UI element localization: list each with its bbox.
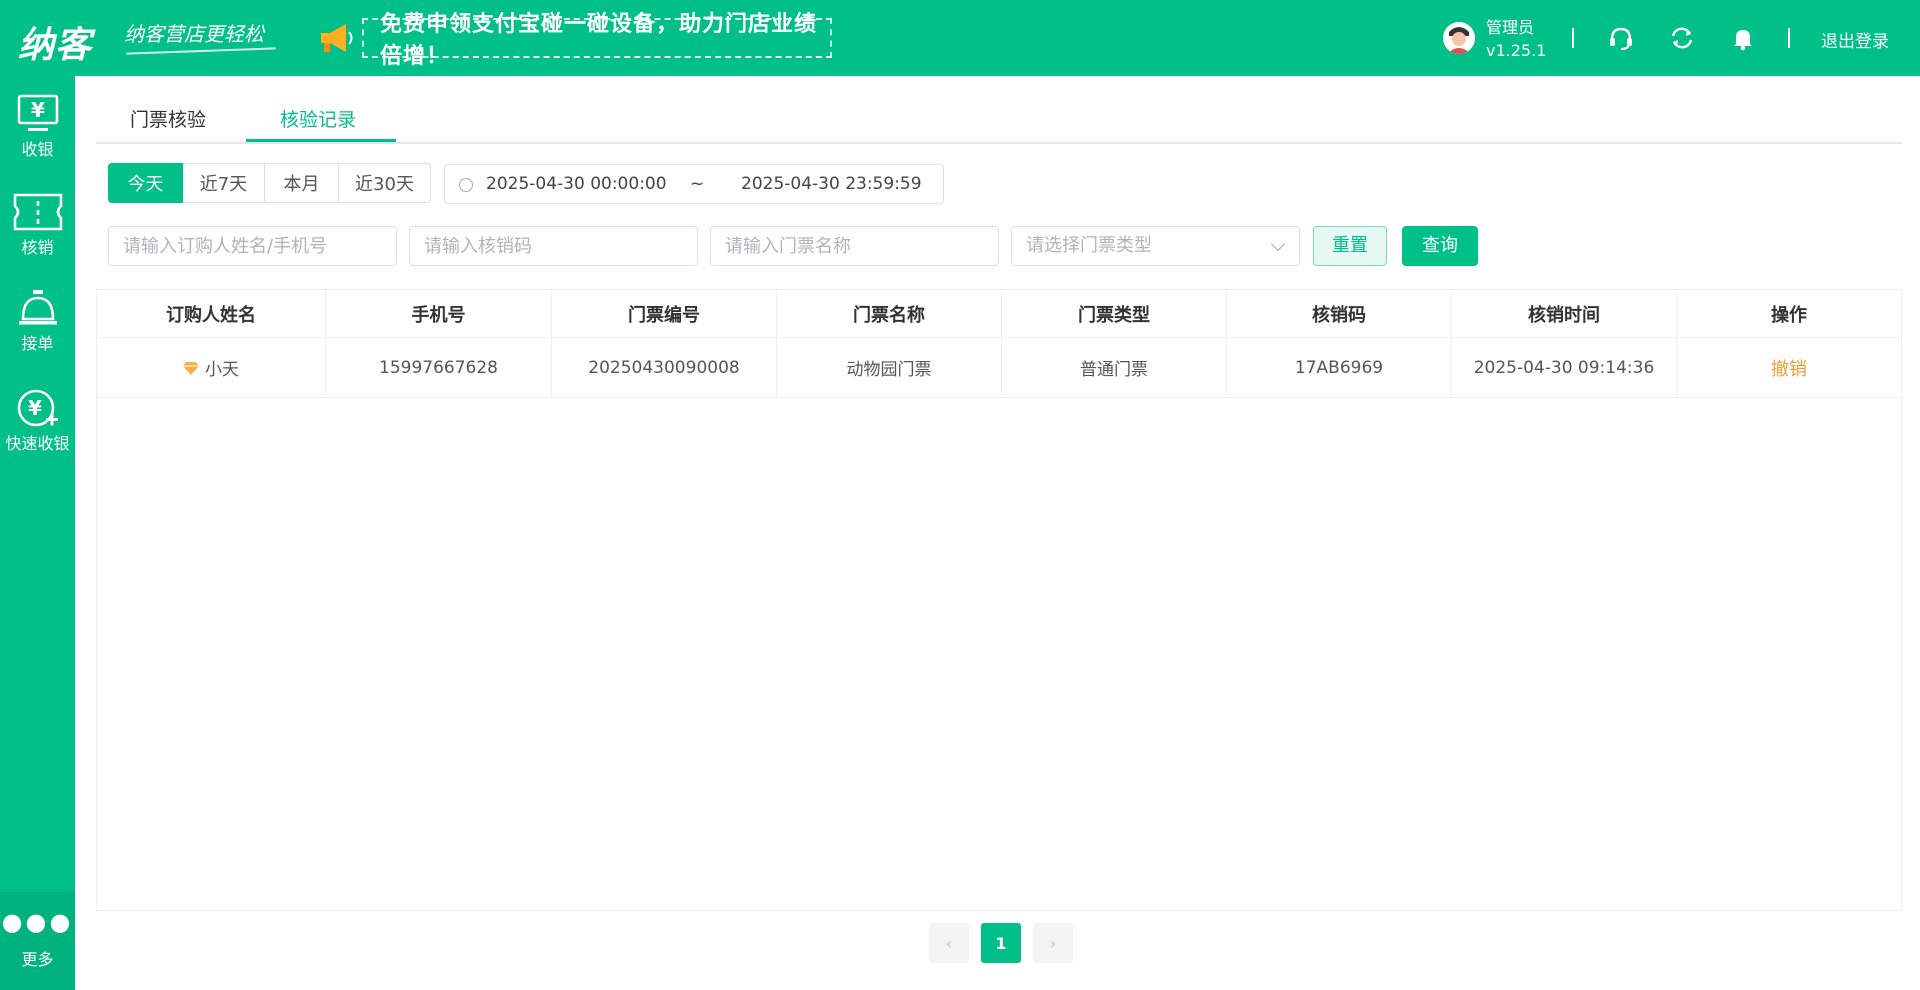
- active-tab-indicator: [246, 139, 396, 142]
- column-header: 手机号: [326, 290, 552, 337]
- date-range-picker[interactable]: 2025-04-30 00:00:00 ~ 2025-04-30 23:59:5…: [444, 164, 944, 204]
- query-button[interactable]: 查询: [1402, 226, 1478, 266]
- sidebar-item-label: 收银: [21, 140, 54, 159]
- sidebar-item-cashier[interactable]: ¥ 收银: [0, 94, 75, 174]
- quick-date-group: 今天 近7天 本月 近30天: [108, 163, 431, 203]
- sidebar-item-quick-cashier[interactable]: ¥ 快速收银: [0, 388, 75, 468]
- column-header: 操作: [1771, 304, 1807, 326]
- column-header: 订购人姓名: [97, 290, 326, 337]
- sidebar-more-label: 更多: [21, 950, 54, 969]
- page-number-button[interactable]: 1: [981, 923, 1021, 963]
- date-separator: ~: [690, 174, 705, 194]
- brand-slogan: 纳客营店更轻松: [124, 22, 264, 46]
- tab-bar: 门票核验 核验记录: [96, 100, 1902, 144]
- svg-text:¥: ¥: [28, 396, 42, 420]
- ticket-type-placeholder: 请选择门票类型: [1026, 235, 1152, 256]
- cell-ticket-type: 普通门票: [1002, 338, 1227, 397]
- cell-verify-code: 17AB6969: [1227, 338, 1452, 397]
- ticket-type-select[interactable]: 请选择门票类型: [1011, 226, 1300, 266]
- top-header: 纳客 纳客营店更轻松 免费申领支付宝碰一碰设备，助力门店业绩倍增！ 管理员 v1…: [0, 0, 1920, 76]
- cell-ticket-name: 动物园门票: [777, 338, 1002, 397]
- buyer-search-input[interactable]: [108, 226, 397, 266]
- megaphone-icon: [321, 24, 353, 52]
- ticket-icon: [13, 193, 62, 231]
- slogan-underline: [126, 47, 276, 55]
- support-icon[interactable]: [1608, 25, 1634, 51]
- svg-text:¥: ¥: [31, 98, 45, 122]
- sidebar-item-verify[interactable]: 核销: [0, 192, 75, 272]
- reset-button[interactable]: 重置: [1313, 226, 1387, 266]
- sidebar: ¥ 收银 核销 接单 ¥ 快速收银 ●●● 更多: [0, 76, 75, 990]
- sidebar-item-label: 接单: [21, 334, 54, 353]
- sidebar-item-label: 快速收银: [5, 434, 70, 453]
- service-bell-icon: [18, 290, 57, 325]
- clock-icon: [459, 178, 473, 192]
- avatar[interactable]: [1443, 22, 1475, 54]
- table-row: 小天 15997667628 20250430090008 动物园门票 普通门票…: [97, 338, 1901, 398]
- sync-icon[interactable]: [1669, 25, 1695, 51]
- column-header: 门票编号: [552, 290, 777, 337]
- promo-banner[interactable]: 免费申领支付宝碰一碰设备，助力门店业绩倍增！: [362, 12, 832, 69]
- logout-button[interactable]: 退出登录: [1821, 27, 1889, 52]
- header-divider: [1788, 28, 1790, 48]
- column-header: 核销码: [1227, 290, 1452, 337]
- more-dots-icon: ●●●: [1, 908, 74, 936]
- chevron-down-icon: [1270, 236, 1286, 252]
- user-name[interactable]: 管理员: [1486, 14, 1534, 38]
- quick-date-7days[interactable]: 近7天: [183, 163, 265, 203]
- sidebar-item-orders[interactable]: 接单: [0, 288, 75, 368]
- buyer-name: 小天: [205, 360, 239, 380]
- next-page-button[interactable]: ›: [1033, 923, 1073, 963]
- diamond-icon: [183, 361, 199, 375]
- cell-buyer-name: 小天: [97, 338, 326, 397]
- quick-cashier-icon: ¥: [17, 389, 58, 427]
- cell-verify-time: 2025-04-30 09:14:36: [1452, 338, 1677, 397]
- app-version: v1.25.1: [1486, 41, 1547, 60]
- header-divider: [1572, 28, 1574, 48]
- column-header: 门票类型: [1002, 290, 1227, 337]
- pagination: ‹ 1 ›: [929, 923, 1073, 963]
- sidebar-more-button[interactable]: ●●● 更多: [0, 892, 75, 990]
- bell-icon[interactable]: [1730, 25, 1756, 51]
- cell-ticket-no: 20250430090008: [552, 338, 777, 397]
- cashier-icon: ¥: [17, 94, 58, 131]
- verify-code-input[interactable]: [409, 226, 698, 266]
- table-header: 订购人姓名 手机号 门票编号 门票名称 门票类型 核销码 核销时间 操作: [97, 290, 1901, 338]
- revoke-link[interactable]: 撤销: [1771, 355, 1807, 381]
- sidebar-item-label: 核销: [21, 238, 54, 257]
- date-start[interactable]: 2025-04-30 00:00:00: [486, 174, 667, 194]
- quick-date-today[interactable]: 今天: [108, 163, 183, 203]
- brand-logo: 纳客: [18, 24, 93, 66]
- date-end[interactable]: 2025-04-30 23:59:59: [741, 174, 922, 194]
- records-table: 订购人姓名 手机号 门票编号 门票名称 门票类型 核销码 核销时间 操作 小天 …: [96, 289, 1902, 911]
- column-header: 门票名称: [777, 290, 1002, 337]
- cell-action: 撤销: [1677, 338, 1901, 397]
- column-header: 核销时间: [1452, 290, 1677, 337]
- tab-verify-records[interactable]: 核验记录: [280, 100, 356, 144]
- ticket-name-input[interactable]: [710, 226, 999, 266]
- cell-phone: 15997667628: [326, 338, 552, 397]
- tab-ticket-verify[interactable]: 门票核验: [130, 100, 206, 144]
- quick-date-month[interactable]: 本月: [265, 163, 339, 203]
- prev-page-button[interactable]: ‹: [929, 923, 969, 963]
- quick-date-30days[interactable]: 近30天: [339, 163, 431, 203]
